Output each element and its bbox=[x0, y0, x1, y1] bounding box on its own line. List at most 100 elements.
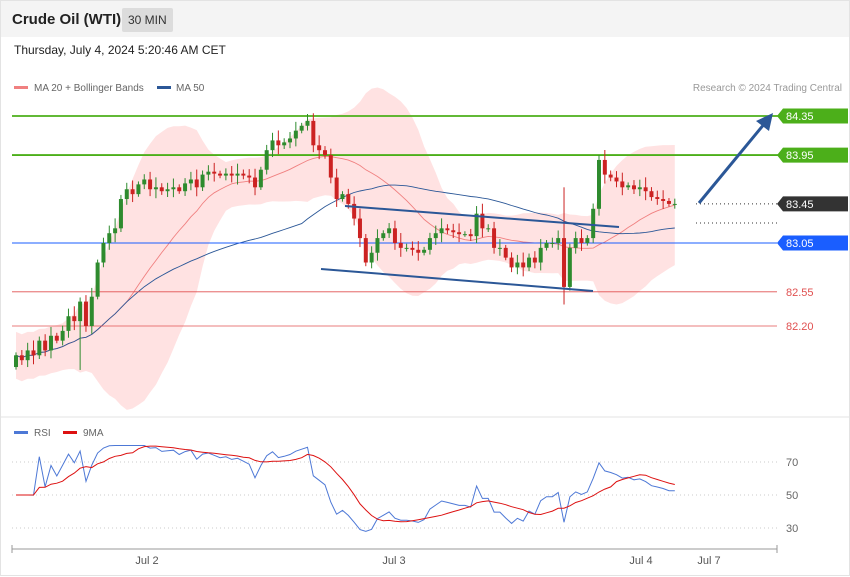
candle-body bbox=[276, 140, 281, 146]
candle-body bbox=[497, 247, 502, 249]
candle-body bbox=[515, 262, 520, 268]
candle-body bbox=[19, 355, 24, 361]
candle-body bbox=[299, 125, 304, 131]
candle-body bbox=[398, 242, 403, 248]
x-tick-label: Jul 7 bbox=[697, 555, 720, 567]
candle-body bbox=[416, 249, 421, 253]
candle-body bbox=[538, 247, 543, 263]
candle-body bbox=[579, 238, 584, 243]
candle-body bbox=[253, 177, 258, 188]
chart-window: Crude Oil (WTI) 30 MIN Thursday, July 4,… bbox=[0, 0, 850, 576]
candle-body bbox=[130, 189, 135, 195]
candle-body bbox=[188, 179, 193, 184]
candle-body bbox=[113, 228, 118, 234]
candle-body bbox=[43, 340, 48, 351]
price-chart: MA 20 + Bollinger Bands MA 50 Research ©… bbox=[1, 83, 850, 567]
candle-body bbox=[392, 228, 397, 243]
candle-body bbox=[439, 228, 444, 234]
x-tick-label: Jul 2 bbox=[135, 555, 158, 567]
candle-body bbox=[25, 350, 30, 361]
rsi-ma-legend-label: 9MA bbox=[83, 428, 104, 439]
candle-body bbox=[282, 142, 287, 146]
candle-body bbox=[142, 179, 147, 185]
ma20-legend-label: MA 20 + Bollinger Bands bbox=[34, 83, 144, 94]
candle-body bbox=[567, 247, 572, 287]
candle-body bbox=[404, 247, 409, 249]
candle-body bbox=[264, 150, 269, 170]
candle-body bbox=[317, 145, 322, 151]
candle-body bbox=[218, 173, 223, 176]
candle-body bbox=[637, 187, 642, 190]
ma50-legend-label: MA 50 bbox=[176, 83, 205, 94]
candle-body bbox=[31, 350, 36, 356]
candle-body bbox=[288, 138, 293, 143]
candle-body bbox=[305, 120, 310, 126]
candle-body bbox=[451, 230, 456, 233]
candle-body bbox=[544, 242, 549, 248]
level-label-84-35: 84.35 bbox=[786, 111, 814, 123]
candle-body bbox=[643, 187, 648, 192]
candle-body bbox=[107, 233, 112, 243]
candle-body bbox=[527, 257, 532, 268]
candle-body bbox=[666, 200, 671, 204]
candle-body bbox=[95, 262, 100, 297]
candle-body bbox=[72, 316, 77, 322]
candle-body bbox=[78, 301, 83, 322]
candle-body bbox=[649, 191, 654, 198]
candle-body bbox=[206, 171, 211, 175]
rsi-legend-swatch bbox=[14, 431, 28, 434]
candle-body bbox=[200, 174, 205, 188]
candle-body bbox=[620, 181, 625, 188]
candle-body bbox=[672, 203, 677, 205]
x-tick-label: Jul 4 bbox=[629, 555, 652, 567]
candle-body bbox=[37, 340, 42, 356]
candle-body bbox=[165, 189, 170, 192]
candle-body bbox=[48, 335, 53, 351]
candle-body bbox=[597, 159, 601, 209]
candle-body bbox=[89, 296, 94, 326]
candle-body bbox=[661, 199, 666, 201]
candle-body bbox=[322, 150, 327, 156]
candle-body bbox=[118, 199, 123, 229]
candle-body bbox=[229, 173, 234, 176]
candle-body bbox=[340, 194, 345, 200]
candle-body bbox=[550, 242, 555, 244]
candle-body bbox=[445, 228, 450, 231]
level-label-83-05: 83.05 bbox=[786, 238, 814, 250]
candle-body bbox=[626, 185, 631, 188]
candle-body bbox=[363, 238, 368, 263]
candle-body bbox=[532, 257, 537, 263]
candle-body bbox=[410, 247, 415, 250]
candle-body bbox=[556, 238, 561, 243]
rsi-line bbox=[16, 445, 675, 532]
candle-body bbox=[631, 185, 636, 190]
candle-body bbox=[381, 233, 386, 239]
candle-body bbox=[270, 140, 275, 151]
target-arrow-shaft bbox=[697, 122, 767, 204]
candle-body bbox=[346, 194, 351, 204]
candle-body bbox=[258, 169, 263, 188]
candle-body bbox=[148, 179, 153, 190]
candle-body bbox=[462, 234, 467, 236]
candle-body bbox=[60, 330, 65, 341]
candle-body bbox=[369, 252, 374, 263]
candle-body bbox=[655, 197, 660, 200]
level-label-82-20: 82.20 bbox=[786, 321, 814, 333]
candle-body bbox=[509, 257, 514, 268]
rsi-level-label-30: 30 bbox=[786, 523, 798, 535]
candle-body bbox=[503, 247, 508, 258]
candle-body bbox=[311, 120, 316, 146]
candle-body bbox=[293, 130, 298, 139]
candle-body bbox=[468, 234, 473, 237]
candle-body bbox=[585, 238, 590, 243]
candle-body bbox=[375, 238, 380, 253]
level-label-83-45: 83.45 bbox=[786, 199, 814, 211]
x-tick-label: Jul 3 bbox=[382, 555, 405, 567]
candle-body bbox=[223, 173, 228, 176]
x-axis: Jul 2 Jul 3 Jul 4 Jul 7 bbox=[11, 545, 778, 567]
candle-body bbox=[212, 171, 217, 174]
candle-body bbox=[124, 189, 129, 200]
level-label-83-95: 83.95 bbox=[786, 150, 814, 162]
candle-body bbox=[83, 301, 88, 326]
rsi-ma-line bbox=[16, 445, 675, 523]
